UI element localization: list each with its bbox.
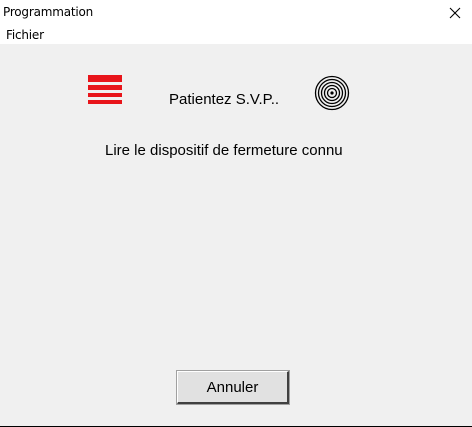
title-bar[interactable]: Programmation <box>0 0 472 26</box>
window-title: Programmation <box>3 5 94 19</box>
red-stripes-logo-icon <box>88 75 122 107</box>
wait-message: Patientez S.V.P.. <box>169 91 280 108</box>
dialog-content: Patientez S.V.P.. Lire le dispositif de … <box>0 44 472 427</box>
programmation-window: Programmation Fichier Patientez S.V.P.. <box>0 0 472 427</box>
menu-bar: Fichier <box>0 26 472 44</box>
close-button[interactable] <box>438 0 472 26</box>
cancel-button[interactable]: Annuler <box>176 370 290 405</box>
concentric-circles-icon <box>314 75 350 111</box>
instruction-text: Lire le dispositif de fermeture connu <box>105 142 343 159</box>
menu-item-fichier[interactable]: Fichier <box>6 28 44 42</box>
close-icon <box>449 7 461 19</box>
